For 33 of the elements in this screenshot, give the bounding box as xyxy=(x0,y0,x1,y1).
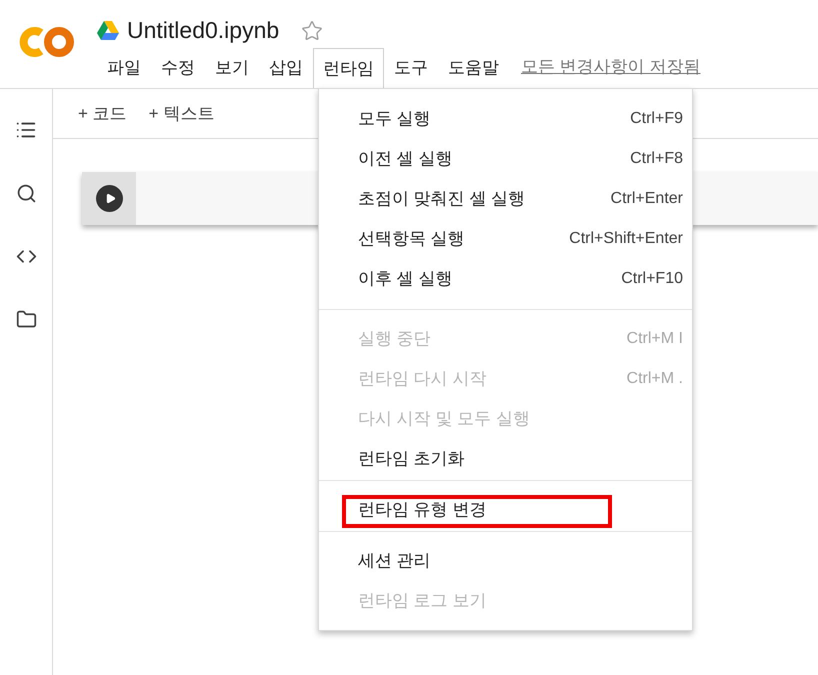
shortcut-text: Ctrl+F9 xyxy=(630,109,683,129)
search-icon[interactable] xyxy=(16,183,36,204)
shortcut-text: Ctrl+M I xyxy=(626,329,683,349)
run-cell-button[interactable] xyxy=(96,185,122,212)
play-icon xyxy=(104,193,116,204)
shortcut-text: Ctrl+F8 xyxy=(630,149,683,169)
menu-tab[interactable]: 도구 xyxy=(384,48,438,88)
menu-tab[interactable]: 수정 xyxy=(151,48,205,88)
menu-tab[interactable]: 삽입 xyxy=(259,48,313,88)
menu-item[interactable]: 세션 관리 xyxy=(358,548,431,574)
menu-item[interactable]: 모두 실행 xyxy=(358,106,431,132)
menu-item[interactable]: 초점이 맞춰진 셀 실행 xyxy=(358,186,526,212)
save-status-link[interactable]: 모든 변경사항이 저장됨 xyxy=(521,54,700,79)
menu-tab[interactable]: 도움말 xyxy=(438,48,509,88)
menu-item[interactable]: 런타임 초기화 xyxy=(358,446,465,472)
shortcut-text: Ctrl+M . xyxy=(626,369,683,389)
menu-tab[interactable]: 파일 xyxy=(97,48,151,88)
toolbar-button[interactable]: + 코드 xyxy=(78,100,127,126)
toolbar-button[interactable]: + 텍스트 xyxy=(148,100,214,126)
shortcut-text: Ctrl+Enter xyxy=(610,189,683,209)
menu-item[interactable]: 이후 셀 실행 xyxy=(358,266,452,292)
logo-icon[interactable] xyxy=(19,25,75,59)
menu-tab[interactable]: 보기 xyxy=(205,48,259,88)
shortcut-text: Ctrl+Shift+Enter xyxy=(569,229,683,249)
notebook-title[interactable]: Untitled0.ipynb xyxy=(127,13,280,48)
menu-item[interactable]: 이전 셀 실행 xyxy=(358,146,452,172)
folder-icon[interactable] xyxy=(16,309,36,330)
menu-item[interactable]: 런타임 유형 변경 xyxy=(358,497,486,523)
menu-item[interactable]: 선택항목 실행 xyxy=(358,226,465,252)
menu-tab[interactable]: 런타임 xyxy=(313,48,384,88)
star-icon[interactable] xyxy=(301,20,324,42)
shortcut-text: Ctrl+F10 xyxy=(621,269,683,289)
drive-icon xyxy=(97,21,119,40)
